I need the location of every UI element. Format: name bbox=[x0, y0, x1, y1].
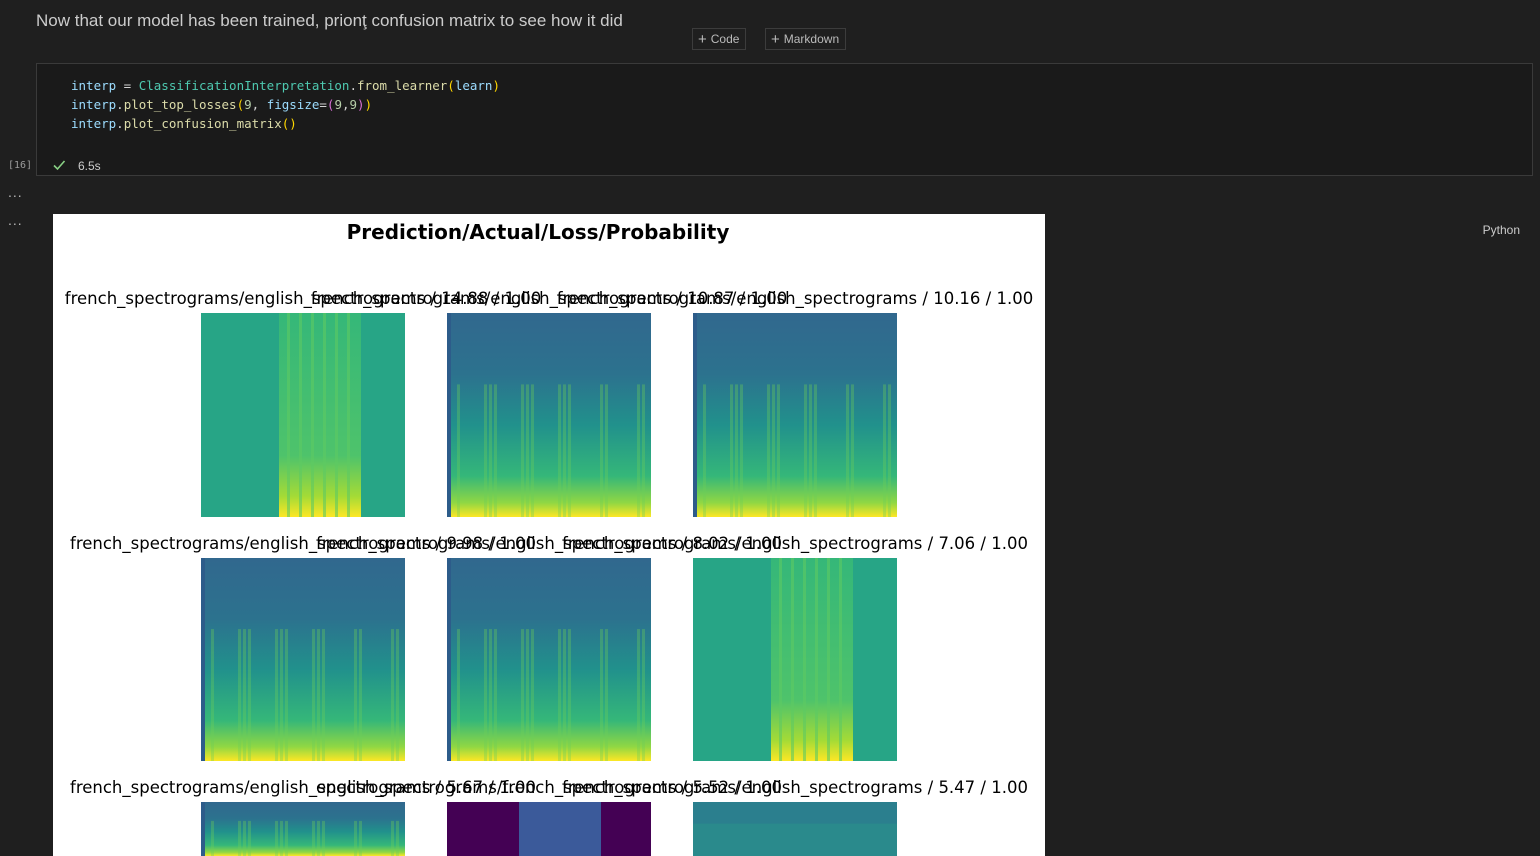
spectrogram-image bbox=[201, 313, 405, 517]
code-token: plot_top_losses bbox=[123, 97, 237, 112]
code-token: , bbox=[341, 97, 350, 112]
success-check-icon bbox=[53, 160, 66, 171]
panel-title: french_spectrograms/english_spectrograms… bbox=[556, 289, 1034, 308]
code-token: . bbox=[116, 97, 124, 112]
spectrogram-image bbox=[693, 558, 897, 761]
output-more-actions[interactable]: ... bbox=[8, 212, 23, 228]
code-token: 9 bbox=[349, 97, 358, 112]
code-token: . bbox=[116, 116, 124, 131]
execution-count: [16] bbox=[8, 160, 33, 171]
code-editor[interactable]: interp = ClassificationInterpretation.fr… bbox=[71, 76, 500, 133]
code-token: ) bbox=[357, 97, 365, 112]
code-token: interp bbox=[71, 78, 117, 93]
spectrogram-image bbox=[447, 558, 651, 761]
spectrogram-image bbox=[693, 802, 897, 856]
code-line-1: interp = ClassificationInterpretation.fr… bbox=[71, 78, 500, 93]
add-code-cell-button[interactable]: + Code bbox=[692, 28, 747, 50]
spectrogram-image bbox=[447, 313, 651, 517]
add-markdown-label: Markdown bbox=[783, 32, 840, 46]
panel-title: french_spectrograms/english_spectrograms… bbox=[562, 534, 1028, 553]
code-token: from_learner bbox=[356, 78, 448, 93]
code-token: interp bbox=[71, 97, 117, 112]
code-token: . bbox=[349, 78, 357, 93]
plus-icon: + bbox=[698, 30, 707, 48]
code-token: 9 bbox=[334, 97, 342, 112]
code-token: interp bbox=[71, 116, 117, 131]
code-token: ( bbox=[236, 97, 245, 112]
spectrogram-image bbox=[201, 558, 405, 761]
spectrogram-image bbox=[447, 802, 651, 856]
spectrogram-image bbox=[201, 802, 405, 856]
code-line-2: interp.plot_top_losses(9, figsize=(9,9)) bbox=[71, 97, 372, 112]
add-code-label: Code bbox=[710, 32, 740, 46]
code-token: ) bbox=[364, 97, 373, 112]
code-line-3: interp.plot_confusion_matrix() bbox=[71, 116, 297, 131]
code-token: learn bbox=[454, 78, 493, 93]
markdown-cell-text: Now that our model has been trained, pri… bbox=[36, 11, 623, 30]
code-token: ) bbox=[492, 78, 500, 93]
code-token: figsize bbox=[266, 97, 320, 112]
code-token: 9 bbox=[244, 97, 252, 112]
cell-language-picker[interactable]: Python bbox=[1483, 223, 1520, 237]
add-markdown-cell-button[interactable]: + Markdown bbox=[765, 28, 847, 50]
plus-icon: + bbox=[771, 30, 780, 48]
output-more-actions[interactable]: ... bbox=[8, 184, 23, 200]
panel-title: french_spectrograms/english_spectrograms… bbox=[562, 778, 1028, 797]
code-token: ( bbox=[447, 78, 455, 93]
figure-title: Prediction/Actual/Loss/Probability bbox=[346, 220, 730, 244]
code-token: ) bbox=[289, 116, 297, 131]
code-token: plot_confusion_matrix bbox=[123, 116, 282, 131]
code-cell[interactable]: interp = ClassificationInterpretation.fr… bbox=[36, 63, 1533, 237]
execution-time: 6.5s bbox=[78, 159, 101, 173]
spectrogram-image bbox=[693, 313, 897, 517]
code-token: = bbox=[116, 78, 139, 93]
code-token: ClassificationInterpretation bbox=[138, 78, 350, 93]
code-token: , bbox=[251, 97, 267, 112]
code-token: = bbox=[319, 97, 327, 112]
output-figure: Prediction/Actual/Loss/Probability frenc… bbox=[53, 214, 1045, 856]
